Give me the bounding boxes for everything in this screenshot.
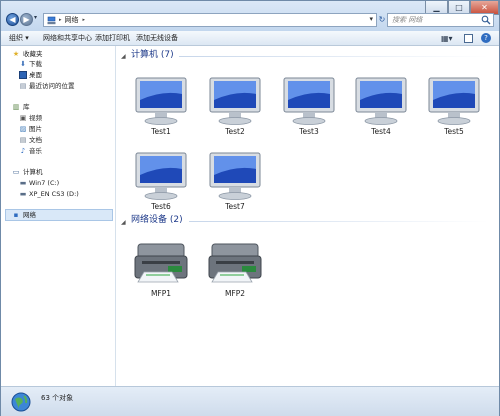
nav-pictures[interactable]: 图片 <box>29 124 42 134</box>
tile-label: Test5 <box>444 127 464 136</box>
computer-icon <box>135 77 187 125</box>
network-location-icon <box>47 16 56 25</box>
nav-drive-d[interactable]: XP_EN CS3 (D:) <box>29 189 79 199</box>
view-options-icon[interactable]: ▦▾ <box>441 33 453 44</box>
nav-drive-c[interactable]: Win7 (C:) <box>29 178 59 188</box>
computer-icon <box>283 77 335 125</box>
recent-places-icon: ▤ <box>19 82 27 90</box>
printer-icon <box>208 243 262 283</box>
group-header-computers[interactable]: 计算机 (7) <box>131 49 174 61</box>
organize-label: 组织 <box>9 34 23 42</box>
music-icon: ♪ <box>20 147 26 155</box>
breadcrumb-network[interactable]: 网络 <box>65 15 79 25</box>
status-text: 63 个对象 <box>41 394 74 402</box>
favorites-star-icon: ★ <box>12 50 20 58</box>
recent-pages-chevron-icon[interactable]: ▾ <box>34 14 37 21</box>
status-bar: 63 个对象 <box>1 386 499 416</box>
group-divider <box>179 56 489 57</box>
nav-desktop[interactable]: 桌面 <box>29 70 42 80</box>
group-devices-chevron-icon[interactable]: ◢ <box>121 219 126 226</box>
drive-c-icon: ▬ <box>19 179 27 187</box>
pictures-icon: ▨ <box>19 125 27 133</box>
group-computers-chevron-icon[interactable]: ◢ <box>121 53 126 60</box>
add-wireless-button[interactable]: 添加无线设备 <box>136 33 178 44</box>
back-button[interactable]: ◀ <box>6 13 19 26</box>
nav-recent-places[interactable]: 最近访问的位置 <box>29 81 75 91</box>
nav-libraries[interactable]: 库 <box>23 102 30 112</box>
help-icon[interactable]: ? <box>481 33 491 43</box>
computer-icon <box>135 152 187 200</box>
search-input[interactable]: 搜索 网络 <box>387 13 494 27</box>
videos-icon: ▣ <box>19 114 27 122</box>
printer-icon <box>134 243 188 283</box>
drive-d-icon: ▬ <box>19 190 27 198</box>
organize-button[interactable]: 组织 ▾ <box>9 33 29 44</box>
nav-downloads[interactable]: 下载 <box>29 59 42 69</box>
computer-icon <box>209 152 261 200</box>
tile-label: MFP1 <box>150 289 172 298</box>
tile-label: Test6 <box>151 202 171 211</box>
network-icon: ▪ <box>13 211 19 219</box>
tile-label: MFP2 <box>224 289 246 298</box>
nav-music[interactable]: 音乐 <box>29 146 42 156</box>
nav-documents[interactable]: 文档 <box>29 135 42 145</box>
address-separator-icon: ▸ <box>59 17 62 23</box>
refresh-icon[interactable]: ↻ <box>378 13 386 27</box>
title-bar: ▁ □ ✕ ◀ ▶ ▾ ▸ 网络 ▸ ▾ ↻ 搜索 网络 <box>1 1 499 31</box>
tile-label: Test3 <box>299 127 319 136</box>
tile-label: Test1 <box>151 127 171 136</box>
preview-pane-icon[interactable] <box>464 34 473 43</box>
downloads-icon: ⬇ <box>20 60 26 68</box>
group-header-devices[interactable]: 网络设备 (2) <box>131 214 183 226</box>
search-icon[interactable] <box>481 15 491 25</box>
organize-chevron-icon: ▾ <box>25 34 29 42</box>
nav-videos[interactable]: 视频 <box>29 113 42 123</box>
search-placeholder: 搜索 网络 <box>392 16 423 24</box>
address-dropdown-icon[interactable]: ▾ <box>369 15 373 23</box>
add-printer-button[interactable]: 添加打印机 <box>95 33 130 44</box>
nav-computer[interactable]: 计算机 <box>23 167 43 177</box>
explorer-window: ▁ □ ✕ ◀ ▶ ▾ ▸ 网络 ▸ ▾ ↻ 搜索 网络 组织 ▾ 网络和共享中… <box>0 0 500 416</box>
desktop-icon <box>19 71 27 79</box>
address-bar[interactable]: ▸ 网络 ▸ ▾ <box>43 13 377 27</box>
nav-network-selected[interactable] <box>5 209 113 221</box>
network-globe-icon <box>11 392 31 412</box>
computer-icon <box>209 77 261 125</box>
tile-label: Test7 <box>225 202 245 211</box>
tile-label: Test2 <box>225 127 245 136</box>
computer-icon <box>428 77 480 125</box>
nav-network[interactable]: 网络 <box>23 210 36 220</box>
computer-icon <box>355 77 407 125</box>
forward-button[interactable]: ▶ <box>20 13 33 26</box>
computer-icon: ▭ <box>12 168 20 176</box>
group-divider <box>189 221 489 222</box>
tile-label: Test4 <box>371 127 391 136</box>
network-center-button[interactable]: 网络和共享中心 <box>43 33 92 44</box>
content-area: ◢ 计算机 (7) Test1 Test2 Test3 Test4 Test5 … <box>117 46 499 386</box>
libraries-icon: ▥ <box>12 103 20 111</box>
documents-icon: ▤ <box>19 136 27 144</box>
nav-favorites[interactable]: 收藏夹 <box>23 49 43 59</box>
breadcrumb-chevron-icon[interactable]: ▸ <box>83 17 86 23</box>
navigation-pane: ★ 收藏夹 ⬇ 下载 桌面 ▤ 最近访问的位置 ▥ 库 ▣ 视频 ▨ 图片 ▤ … <box>1 46 116 386</box>
command-bar: 组织 ▾ 网络和共享中心 添加打印机 添加无线设备 ▦▾ ? <box>1 31 499 46</box>
